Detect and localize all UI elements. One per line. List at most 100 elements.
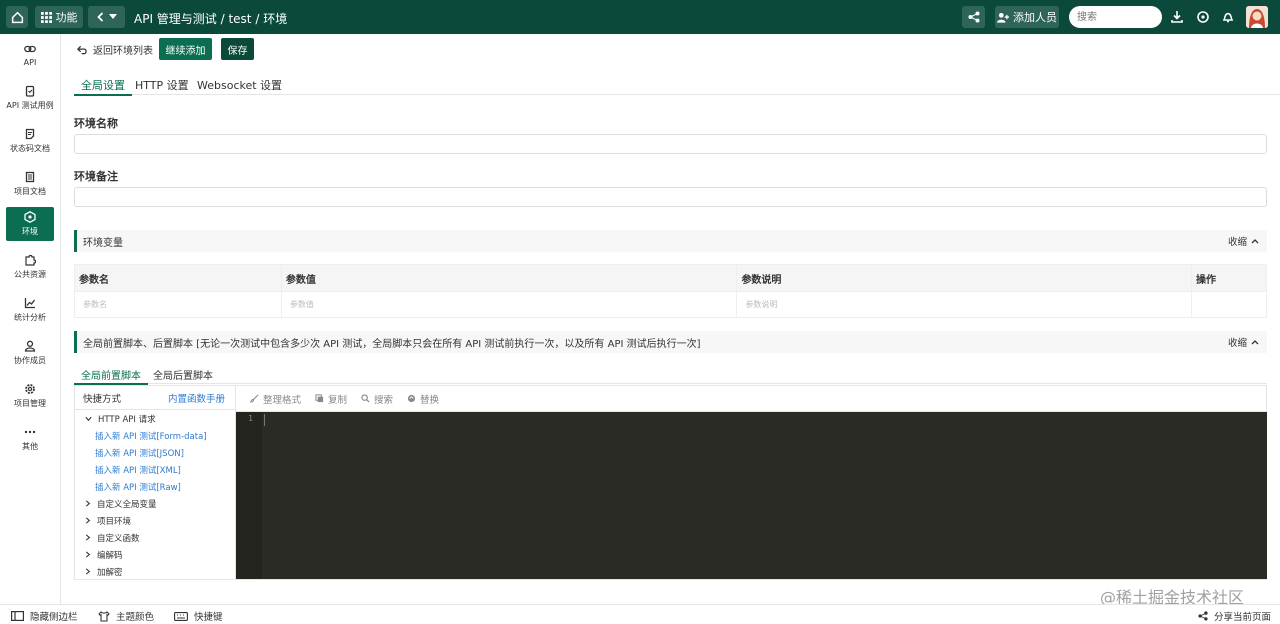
script-panel: 快捷方式 内置函数手册 HTTP API 请求 插入新 API 测试[Form-… <box>74 385 1267 580</box>
column-header-value: 参数值 <box>280 264 738 292</box>
avatar[interactable] <box>1246 6 1268 28</box>
sidebar-item-label: 环境 <box>22 227 38 236</box>
scripts-collapse-button[interactable]: 收缩 <box>1228 335 1259 349</box>
sidebar-item-label: 统计分析 <box>14 313 46 322</box>
sidebar-item-api-test-case[interactable]: API 测试用例 <box>6 81 54 115</box>
script-tabs: 全局前置脚本 全局后置脚本 <box>74 366 1267 385</box>
cube-icon <box>24 211 36 223</box>
chevron-right-icon <box>85 551 91 558</box>
function-label: 功能 <box>55 11 78 24</box>
code-editor[interactable]: 1 <box>236 412 1267 579</box>
notification-button[interactable] <box>1220 9 1236 25</box>
home-button[interactable] <box>6 6 28 28</box>
copy-button[interactable]: 复制 <box>315 392 347 406</box>
builtin-function-manual-link[interactable]: 内置函数手册 <box>168 391 225 405</box>
tree-node-custom-global-vars[interactable]: 自定义全局变量 <box>75 495 235 512</box>
tree-node-label: 编解码 <box>97 550 123 561</box>
collapse-label: 收缩 <box>1227 338 1247 349</box>
tree-node-label: 项目环境 <box>97 516 132 527</box>
copy-label: 复制 <box>328 394 348 406</box>
bell-icon <box>1222 12 1234 23</box>
more-icon <box>24 430 36 434</box>
sidebar-item-environment[interactable]: 环境 <box>6 207 54 241</box>
brush-icon <box>250 394 259 403</box>
back-to-env-list-link[interactable]: 返回环境列表 <box>77 42 153 57</box>
chart-icon <box>24 298 36 309</box>
tree-leaf-insert-json[interactable]: 插入新 API 测试[JSON] <box>75 444 235 461</box>
sidebar-item-label: 公共资源 <box>14 270 46 279</box>
search-button[interactable]: 搜索 <box>361 392 393 406</box>
scripts-section-header: 全局前置脚本、后置脚本 [无论一次测试中包含多少次 API 测试，全局脚本只会在… <box>74 331 1267 353</box>
tree-leaf-insert-raw[interactable]: 插入新 API 测试[Raw] <box>75 478 235 495</box>
chevron-right-icon <box>85 534 91 541</box>
param-description-input[interactable]: 参数说明 <box>736 291 1193 318</box>
column-header-actions: 操作 <box>1191 264 1267 292</box>
undo-arrow-icon <box>77 45 87 54</box>
sidebar-item-label: 项目文档 <box>14 187 46 196</box>
tab-global-post-script[interactable]: 全局后置脚本 <box>153 367 213 385</box>
sidebar-item-public-resources[interactable]: 公共资源 <box>6 250 54 284</box>
param-value-input[interactable]: 参数值 <box>280 291 738 318</box>
sidebar-item-project-management[interactable]: 项目管理 <box>6 379 54 413</box>
tree-leaf-insert-xml[interactable]: 插入新 API 测试[XML] <box>75 461 235 478</box>
param-name-input[interactable]: 参数名 <box>74 291 282 318</box>
nav-back-button[interactable] <box>88 6 125 28</box>
sidebar-item-label: API 测试用例 <box>6 101 54 110</box>
shortcut-label: 快捷方式 <box>83 393 122 405</box>
env-name-label: 环境名称 <box>74 117 118 130</box>
download-button[interactable] <box>1169 9 1185 25</box>
scripts-title: 全局前置脚本、后置脚本 [无论一次测试中包含多少次 API 测试，全局脚本只会在… <box>83 338 701 350</box>
tree-node-http-api-request[interactable]: HTTP API 请求 <box>75 410 235 427</box>
tree-leaf-insert-form-data[interactable]: 插入新 API 测试[Form-data] <box>75 427 235 444</box>
sidebar-item-other[interactable]: 其他 <box>6 422 54 456</box>
tree-node-project-env[interactable]: 项目环境 <box>75 512 235 529</box>
sidebar-item-statistics[interactable]: 统计分析 <box>6 293 54 327</box>
tab-global-pre-script[interactable]: 全局前置脚本 <box>74 367 148 385</box>
tab-http-settings[interactable]: HTTP 设置 <box>135 77 189 96</box>
env-note-label: 环境备注 <box>74 170 118 183</box>
format-label: 整理格式 <box>263 394 302 406</box>
env-note-input[interactable] <box>74 187 1267 207</box>
search-input[interactable] <box>1069 6 1162 28</box>
sidebar-item-status-code-doc[interactable]: 状态码文档 <box>6 124 54 158</box>
sidebar-item-label: 状态码文档 <box>10 144 50 153</box>
caret-down-icon[interactable] <box>109 14 117 20</box>
hide-sidebar-button[interactable]: 隐藏侧边栏 <box>11 609 78 623</box>
env-vars-section-header: 环境变量 收缩 <box>74 230 1267 252</box>
sidebar-item-label: 项目管理 <box>14 399 46 408</box>
tree-node-custom-functions[interactable]: 自定义函数 <box>75 529 235 546</box>
sidebar-item-label: 协作成员 <box>14 356 46 365</box>
sidebar-item-project-doc[interactable]: 项目文档 <box>6 167 54 201</box>
tree-node-encryption[interactable]: 加解密 <box>75 563 235 580</box>
tree-node-codec[interactable]: 编解码 <box>75 546 235 563</box>
save-button[interactable]: 保存 <box>221 38 254 60</box>
tab-websocket-settings[interactable]: Websocket 设置 <box>197 77 282 96</box>
env-name-input[interactable] <box>74 134 1267 154</box>
sidebar-item-api[interactable]: API <box>6 38 54 72</box>
clipboard-icon <box>25 85 35 97</box>
shortcut-keys-button[interactable]: 快捷键 <box>174 609 223 623</box>
home-icon <box>11 11 23 23</box>
share-page-button[interactable]: 分享当前页面 <box>1198 609 1271 623</box>
sidebar-item-label: API <box>23 58 37 67</box>
share-button[interactable] <box>962 6 985 28</box>
theme-color-button[interactable]: 主题颜色 <box>98 609 154 623</box>
replace-label: 替换 <box>420 394 440 406</box>
sidebar-item-members[interactable]: 协作成员 <box>6 336 54 370</box>
add-member-label: 添加人员 <box>1013 11 1057 24</box>
continue-add-button[interactable]: 继续添加 <box>159 38 212 60</box>
hide-sidebar-label: 隐藏侧边栏 <box>30 612 78 623</box>
function-menu-button[interactable]: 功能 <box>35 6 83 28</box>
avatar-image-icon <box>1246 6 1268 28</box>
grid-icon <box>40 11 52 23</box>
back-label: 返回环境列表 <box>93 46 153 57</box>
book-icon <box>25 171 35 183</box>
add-member-button[interactable]: 添加人员 <box>995 6 1059 28</box>
editor-toolbar: 整理格式 复制 搜索 替换 <box>236 386 1267 412</box>
tab-global-settings[interactable]: 全局设置 <box>74 77 132 96</box>
search-icon <box>361 394 370 403</box>
replace-button[interactable]: 替换 <box>407 392 439 406</box>
format-button[interactable]: 整理格式 <box>250 392 301 406</box>
env-vars-collapse-button[interactable]: 收缩 <box>1228 234 1259 248</box>
help-button[interactable] <box>1195 9 1211 25</box>
